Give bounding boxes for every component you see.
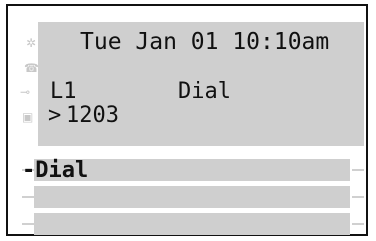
softkey-right-indicator-1 xyxy=(352,169,364,171)
dial-entry-prefix: > xyxy=(48,103,62,128)
softkey-right-indicator-2 xyxy=(352,196,364,198)
line-label: L1 xyxy=(50,79,77,104)
softkey-row-3[interactable] xyxy=(34,213,350,235)
message-icon: ▣ xyxy=(22,110,34,124)
softkey-left-indicator-3 xyxy=(22,223,34,225)
softkey-right-indicator-3 xyxy=(352,223,364,225)
settings-icon: ✲ xyxy=(26,36,37,50)
dial-entry-number: 1203 xyxy=(66,103,119,128)
phone-icon: ☎ xyxy=(24,61,39,75)
softkey-left-indicator-2 xyxy=(22,196,34,198)
date-time: Tue Jan 01 10:10am xyxy=(80,29,330,55)
line-state: Dial xyxy=(178,79,231,104)
softkey-row-2[interactable] xyxy=(34,186,350,208)
dial-softkey-label: -Dial xyxy=(22,158,89,183)
key-icon: ⊸ xyxy=(20,85,31,99)
